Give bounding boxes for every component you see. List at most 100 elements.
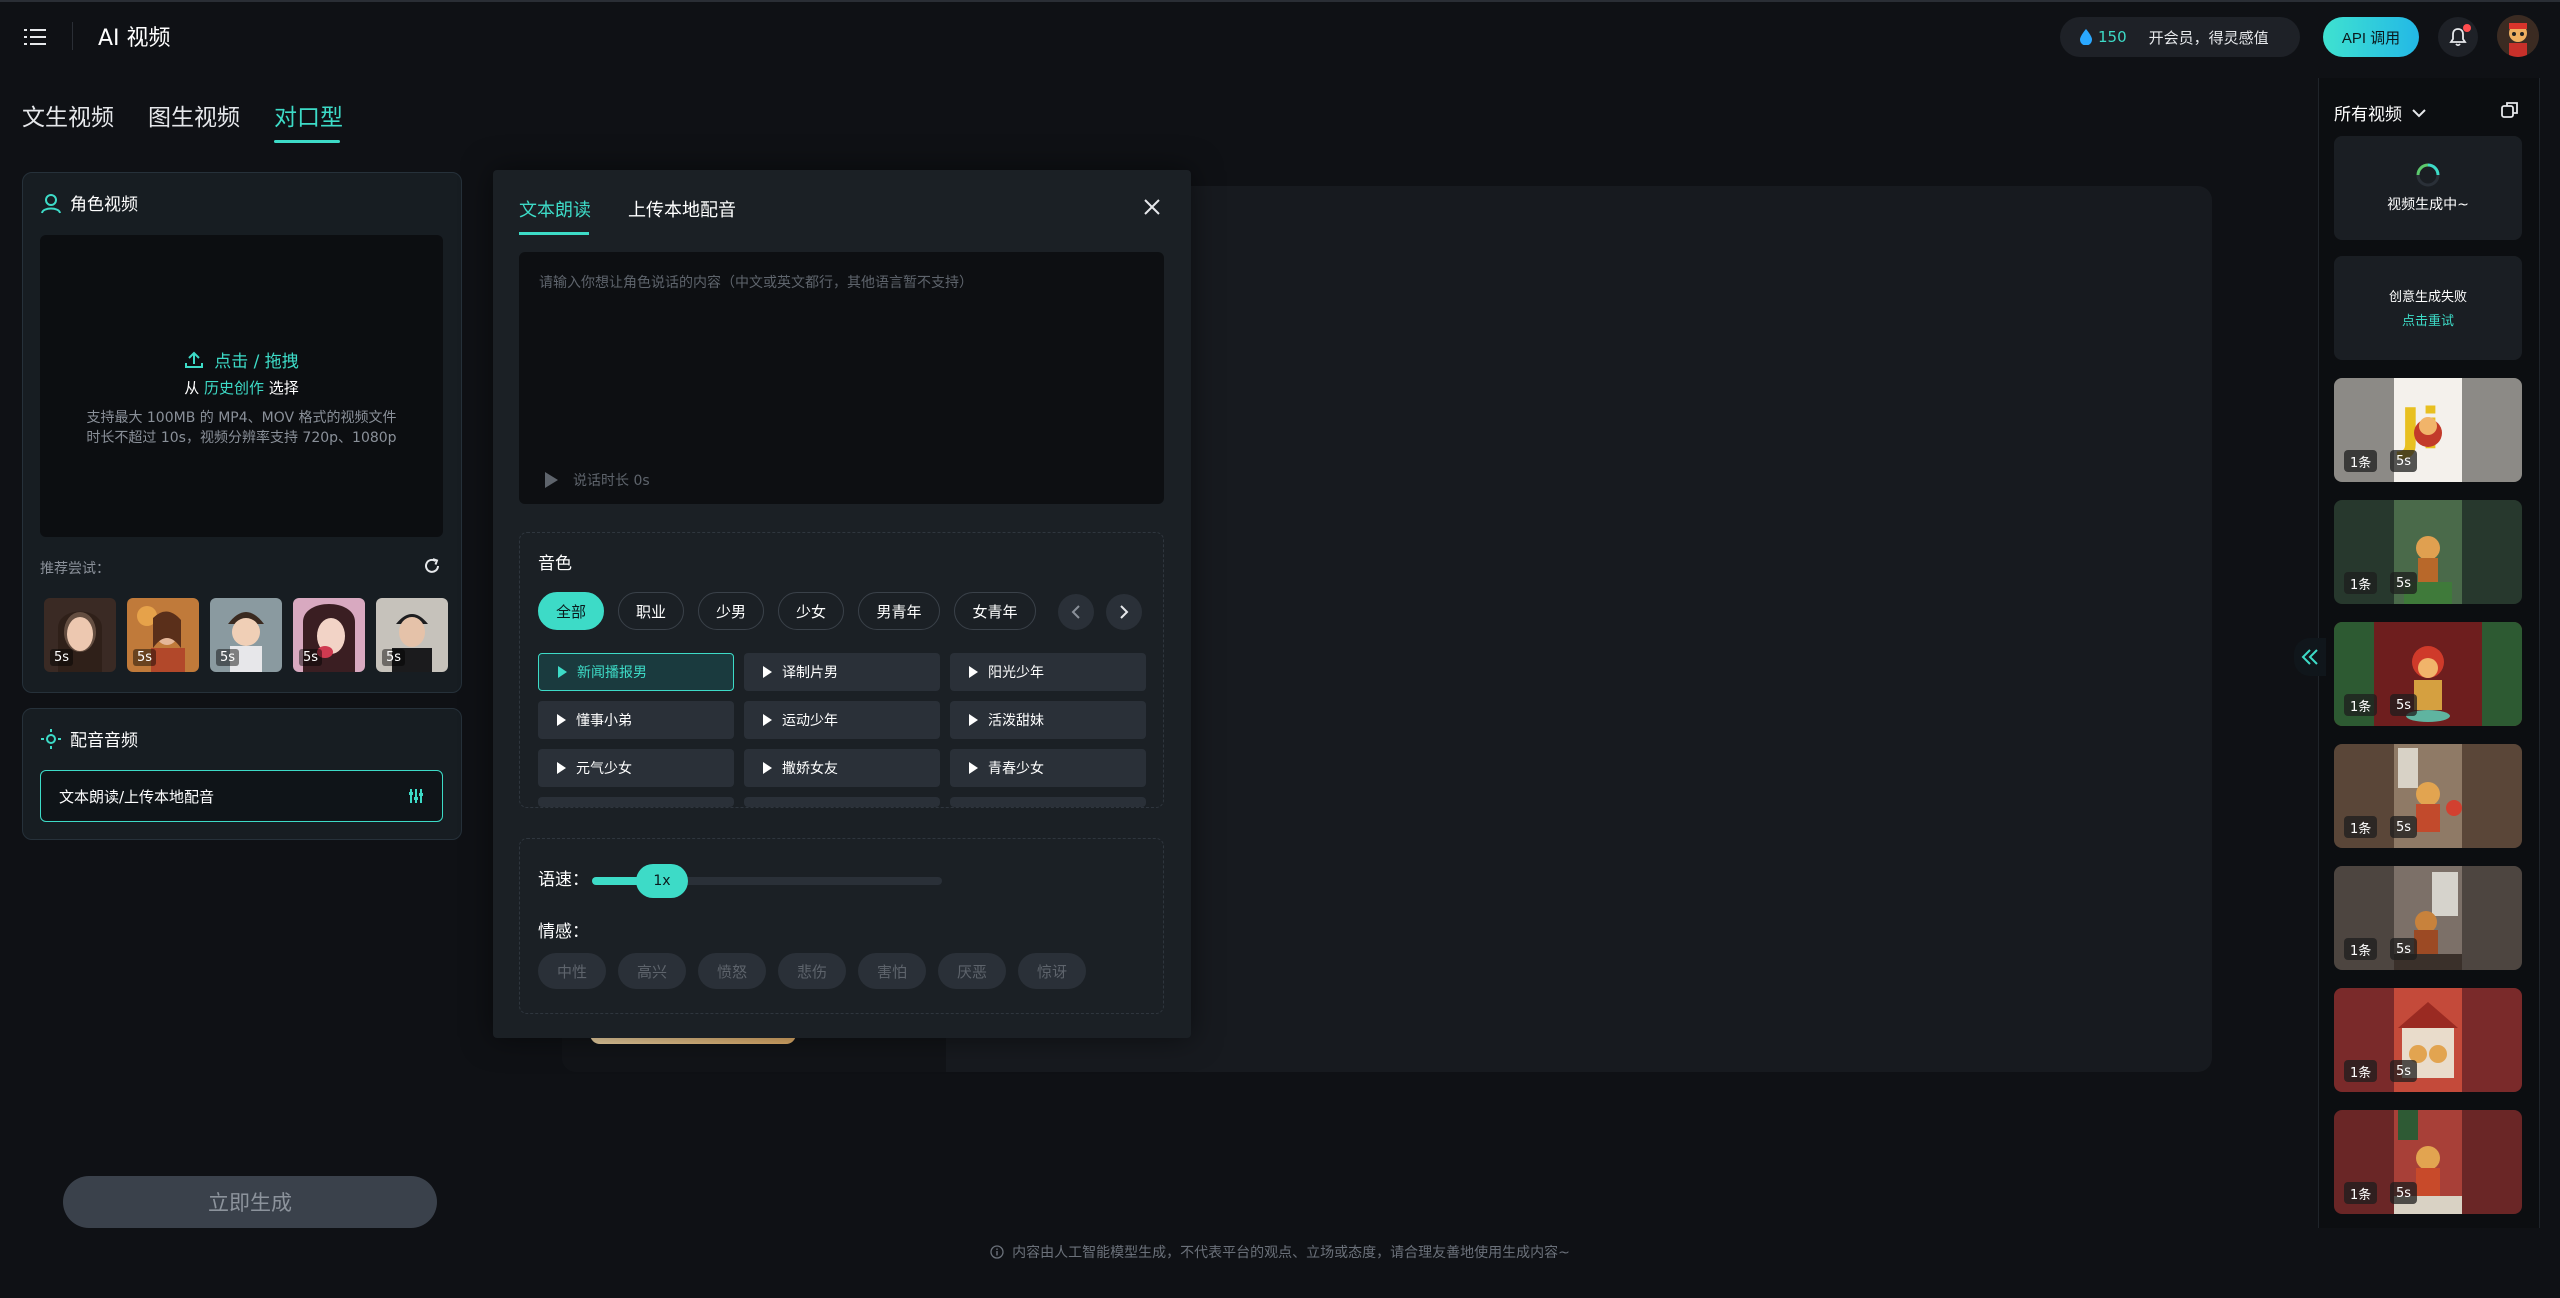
dialog-active-tab-indicator xyxy=(519,232,589,235)
voice-option[interactable]: 运动少年 xyxy=(744,701,940,739)
play-icon xyxy=(763,666,772,678)
sliders-icon xyxy=(409,789,423,803)
emotion-chip[interactable]: 悲伤 xyxy=(778,953,846,989)
footer-disclaimer: 内容由人工智能模型生成，不代表平台的观点、立场或态度，请合理友善地使用生成内容~ xyxy=(0,1242,2560,1262)
play-icon xyxy=(557,762,566,774)
category-next-button[interactable] xyxy=(1106,594,1142,630)
failed-card: 创意生成失败 点击重试 xyxy=(2334,256,2522,360)
voice-option-label: 运动少年 xyxy=(782,713,838,729)
video-thumbnail[interactable]: 1条 5s xyxy=(2334,988,2522,1092)
audio-panel-title: 配音音频 xyxy=(70,731,138,751)
voice-option-partial xyxy=(538,797,734,807)
chevron-left-icon xyxy=(1071,605,1080,619)
video-thumbnail[interactable]: 1条 5s xyxy=(2334,1110,2522,1214)
menu-icon[interactable] xyxy=(22,24,48,50)
play-icon[interactable] xyxy=(543,471,559,489)
history-link[interactable]: 历史创作 xyxy=(204,379,264,397)
loading-spinner-icon xyxy=(2416,163,2440,187)
close-icon[interactable] xyxy=(1141,196,1163,218)
emotion-chip[interactable]: 愤怒 xyxy=(698,953,766,989)
vip-link[interactable]: 开会员，得灵感值 xyxy=(2149,27,2269,48)
thumb-duration: 5s xyxy=(382,649,406,666)
voice-option-partial xyxy=(950,797,1146,807)
tab-image-to-video[interactable]: 图生视频 xyxy=(148,98,240,132)
emotion-chip[interactable]: 害怕 xyxy=(858,953,926,989)
character-panel-header: 角色视频 xyxy=(40,190,138,215)
speech-placeholder: 请输入你想让角色说话的内容（中文或英文都行，其他语言暂不支持） xyxy=(539,275,973,291)
copy-icon[interactable] xyxy=(2500,100,2520,120)
recommend-thumb[interactable]: 5s xyxy=(127,598,199,672)
video-thumbnail[interactable]: Ji 1条 5s xyxy=(2334,378,2522,482)
video-filter-dropdown[interactable]: 所有视频 xyxy=(2334,100,2426,125)
recommend-thumb[interactable]: 5s xyxy=(210,598,282,672)
notification-button[interactable] xyxy=(2438,17,2478,57)
voice-option[interactable]: 懂事小弟 xyxy=(538,701,734,739)
category-chip[interactable]: 全部 xyxy=(538,592,604,630)
credits-pill[interactable]: 150 开会员，得灵感值 xyxy=(2060,17,2300,57)
recommend-thumb[interactable]: 5s xyxy=(44,598,116,672)
voice-option-label: 译制片男 xyxy=(782,665,838,681)
refresh-icon[interactable] xyxy=(422,556,442,576)
video-thumbnail[interactable]: 1条 5s xyxy=(2334,500,2522,604)
notification-dot xyxy=(2463,24,2471,32)
category-chip[interactable]: 职业 xyxy=(618,592,684,630)
api-button[interactable]: API 调用 xyxy=(2323,17,2419,57)
emotion-chip[interactable]: 厌恶 xyxy=(938,953,1006,989)
video-thumbnail[interactable]: 1条 5s xyxy=(2334,622,2522,726)
category-chip[interactable]: 少女 xyxy=(778,592,844,630)
speech-text-input[interactable]: 请输入你想让角色说话的内容（中文或英文都行，其他语言暂不支持） 说话时长 0s xyxy=(519,252,1164,504)
upload-action[interactable]: 点击 / 拖拽 xyxy=(40,347,443,372)
voice-option-label: 青春少女 xyxy=(988,761,1044,777)
emotion-chip[interactable]: 中性 xyxy=(538,953,606,989)
retry-link[interactable]: 点击重试 xyxy=(2334,310,2522,329)
dialog-tab-upload-audio[interactable]: 上传本地配音 xyxy=(628,196,736,222)
recommend-label: 推荐尝试： xyxy=(40,561,110,577)
video-duration-badge: 5s xyxy=(2390,572,2418,594)
speech-settings-section: 语速： 1x 情感： 中性 高兴 愤怒 悲伤 害怕 厌恶 惊讶 xyxy=(519,838,1164,1014)
upload-dropzone[interactable]: 点击 / 拖拽 从 历史创作 选择 支持最大 100MB 的 MP4、MOV 格… xyxy=(40,235,443,537)
voice-option[interactable]: 阳光少年 xyxy=(950,653,1146,691)
history-select-line: 从 历史创作 选择 xyxy=(40,377,443,398)
collapse-sidebar-button[interactable] xyxy=(2294,638,2326,676)
voice-option[interactable]: 元气少女 xyxy=(538,749,734,787)
voice-option[interactable]: 译制片男 xyxy=(744,653,940,691)
upload-hint-line-2: 时长不超过 10s，视频分辨率支持 720p、1080p xyxy=(86,430,397,446)
credits-count: 150 xyxy=(2098,28,2127,46)
video-thumbnail[interactable]: 1条 5s xyxy=(2334,866,2522,970)
upload-action-label: 点击 / 拖拽 xyxy=(214,352,299,372)
video-duration-badge: 5s xyxy=(2390,938,2418,960)
category-chip[interactable]: 少男 xyxy=(698,592,764,630)
speed-slider-thumb[interactable]: 1x xyxy=(636,864,688,898)
voice-option[interactable]: 新闻播报男 xyxy=(538,653,734,691)
user-avatar[interactable] xyxy=(2497,15,2539,57)
speed-slider[interactable]: 1x xyxy=(592,864,942,898)
audio-panel-header: 配音音频 xyxy=(40,726,138,751)
thumb-duration: 5s xyxy=(50,649,74,666)
voice-dialog: 文本朗读 上传本地配音 请输入你想让角色说话的内容（中文或英文都行，其他语言暂不… xyxy=(493,170,1191,1038)
recommend-thumb[interactable]: 5s xyxy=(376,598,448,672)
dialog-tab-text-read[interactable]: 文本朗读 xyxy=(519,196,591,222)
category-prev-button[interactable] xyxy=(1058,594,1094,630)
generate-button[interactable]: 立即生成 xyxy=(63,1176,437,1228)
voice-option-label: 元气少女 xyxy=(576,761,632,777)
play-icon xyxy=(763,714,772,726)
category-chip[interactable]: 男青年 xyxy=(858,592,940,630)
upload-icon xyxy=(185,351,204,368)
emotion-chip[interactable]: 惊讶 xyxy=(1018,953,1086,989)
video-duration-badge: 5s xyxy=(2390,1182,2418,1204)
audio-source-field[interactable]: 文本朗读/上传本地配音 xyxy=(40,770,443,822)
video-count-badge: 1条 xyxy=(2344,1060,2378,1082)
video-thumbnail[interactable]: 1条 5s xyxy=(2334,744,2522,848)
thumb-duration: 5s xyxy=(133,649,157,666)
voice-option[interactable]: 青春少女 xyxy=(950,749,1146,787)
category-chip[interactable]: 女青年 xyxy=(954,592,1036,630)
voice-option[interactable]: 活泼甜妹 xyxy=(950,701,1146,739)
chevron-right-icon xyxy=(1120,605,1129,619)
tab-lip-sync[interactable]: 对口型 xyxy=(274,98,343,132)
speed-label: 语速： xyxy=(538,870,589,890)
recommend-thumb[interactable]: 5s xyxy=(293,598,365,672)
tab-text-to-video[interactable]: 文生视频 xyxy=(22,98,114,132)
voice-option-label: 活泼甜妹 xyxy=(988,713,1044,729)
emotion-chip[interactable]: 高兴 xyxy=(618,953,686,989)
voice-option[interactable]: 撒娇女友 xyxy=(744,749,940,787)
